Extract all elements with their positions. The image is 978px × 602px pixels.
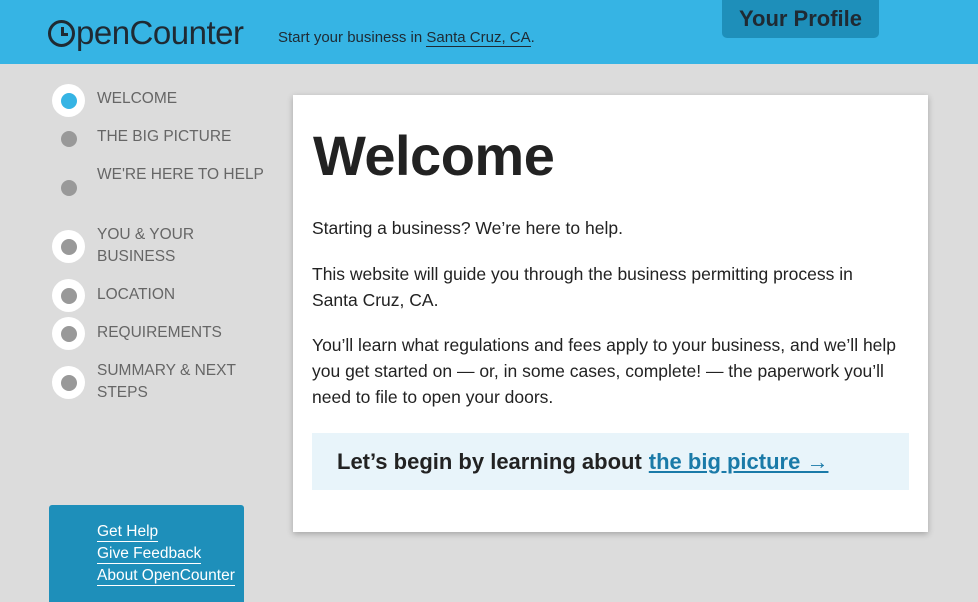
get-help-link[interactable]: Get Help [97,523,159,542]
page-title: Welcome [313,124,555,187]
step-indicator-icon [52,122,85,155]
step-label: The Big Picture [97,128,232,145]
step-indicator-icon [52,84,85,117]
step-indicator-icon [52,366,85,399]
step-indicator-icon [52,317,85,350]
step-label: Requirements [97,324,222,341]
step-label: We're here to help [97,166,264,183]
clock-icon [48,19,75,47]
cta-text: Let’s begin by learning about [337,448,642,474]
tagline: Start your business in Santa Cruz, CA. [278,29,535,47]
header-bar: penCounter Start your business in Santa … [0,0,978,64]
welcome-card: Welcome Starting a business? We’re here … [293,95,928,532]
step-label: You & your business [97,226,195,265]
step-label: Location [97,286,176,303]
step-indicator-icon [52,230,85,263]
call-to-action: Let’s begin by learning about the big pi… [312,433,909,490]
big-picture-link[interactable]: the big picture → [649,449,829,475]
step-label: Summary & next steps [97,362,236,401]
regulations-paragraph: You’ll learn what regulations and fees a… [312,335,897,407]
about-opencounter-link[interactable]: About OpenCounter [97,567,235,586]
tagline-prefix: Start your business in [278,29,427,46]
step-label: Welcome [97,90,178,107]
location-link[interactable]: Santa Cruz, CA [426,29,531,47]
intro-paragraph: Starting a business? We’re here to help. [312,218,623,238]
give-feedback-link[interactable]: Give Feedback [97,545,202,564]
help-box: Get Help Give Feedback About OpenCounter [49,505,244,602]
guide-paragraph: This website will guide you through the … [312,264,853,310]
tagline-suffix: . [530,29,535,46]
logo[interactable]: penCounter [48,14,244,52]
step-indicator-icon [52,279,85,312]
step-indicator-icon [52,171,85,204]
logo-text: penCounter [76,14,244,51]
your-profile-button[interactable]: Your Profile [722,0,879,38]
